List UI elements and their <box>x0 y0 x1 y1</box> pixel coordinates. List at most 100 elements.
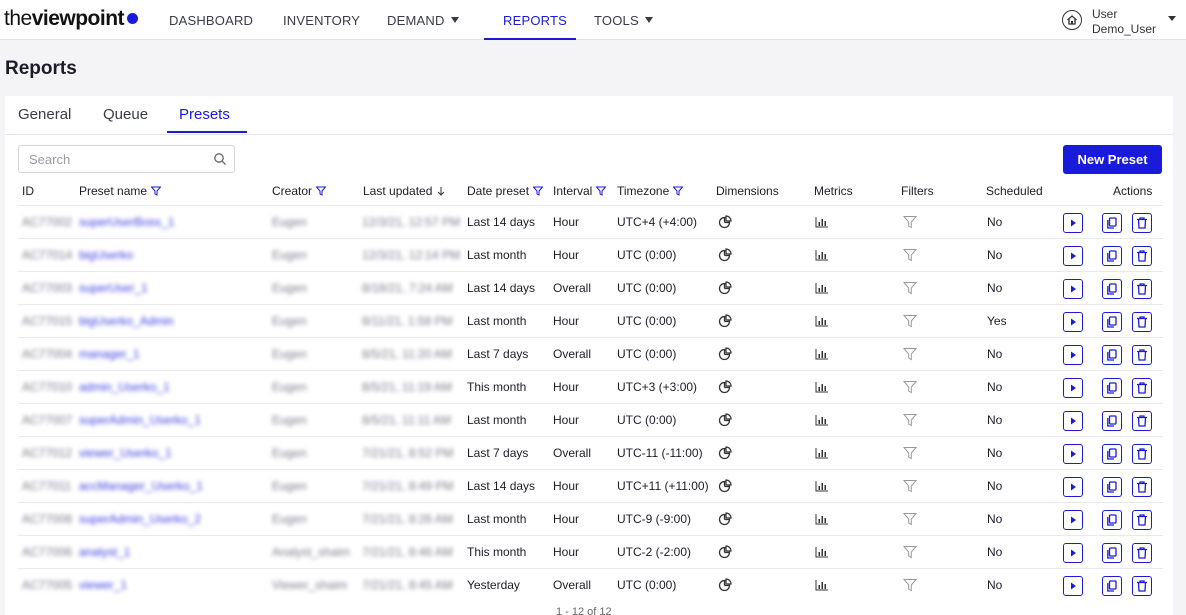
filters-funnel-icon[interactable] <box>903 239 917 271</box>
run-preset-button[interactable] <box>1063 378 1083 398</box>
metrics-chart-icon[interactable] <box>815 371 829 403</box>
delete-preset-button[interactable] <box>1132 378 1152 398</box>
table-row[interactable]: AC77015 bigUserko_Admin Eugen 8/11/21, 1:58… <box>18 304 1163 337</box>
user-menu-caret-icon[interactable] <box>1168 16 1176 21</box>
cell-name[interactable]: superUserBoss_1 <box>79 206 174 238</box>
filter-icon[interactable] <box>151 186 162 196</box>
filters-funnel-icon[interactable] <box>903 272 917 304</box>
copy-preset-button[interactable] <box>1102 510 1122 530</box>
dimensions-pie-icon[interactable] <box>718 338 732 370</box>
table-row[interactable]: AC77004 manager_1 Eugen 8/5/21, 11:20 AM Las… <box>18 337 1163 370</box>
delete-preset-button[interactable] <box>1132 279 1152 299</box>
run-preset-button[interactable] <box>1063 279 1083 299</box>
dimensions-pie-icon[interactable] <box>718 239 732 271</box>
dimensions-pie-icon[interactable] <box>718 371 732 403</box>
metrics-chart-icon[interactable] <box>815 404 829 436</box>
column-header-date-preset[interactable]: Date preset <box>467 184 544 198</box>
table-row[interactable]: AC77003 superUser_1 Eugen 8/18/21, 7:24 AM L… <box>18 271 1163 304</box>
metrics-chart-icon[interactable] <box>815 239 829 271</box>
delete-preset-button[interactable] <box>1132 312 1152 332</box>
run-preset-button[interactable] <box>1063 345 1083 365</box>
filters-funnel-icon[interactable] <box>903 536 917 568</box>
cell-name[interactable]: superAdmin_Userko_1 <box>79 404 201 436</box>
run-preset-button[interactable] <box>1063 576 1083 596</box>
dimensions-pie-icon[interactable] <box>718 503 732 535</box>
tab-general[interactable]: General <box>18 106 71 123</box>
copy-preset-button[interactable] <box>1102 378 1122 398</box>
column-header-last-updated[interactable]: Last updated <box>363 184 446 198</box>
nav-reports[interactable]: REPORTS <box>503 0 567 40</box>
sort-desc-arrow-icon[interactable] <box>436 186 446 196</box>
copy-preset-button[interactable] <box>1102 279 1122 299</box>
metrics-chart-icon[interactable] <box>815 470 829 502</box>
run-preset-button[interactable] <box>1063 246 1083 266</box>
new-preset-button[interactable]: New Preset <box>1063 145 1162 174</box>
run-preset-button[interactable] <box>1063 543 1083 563</box>
delete-preset-button[interactable] <box>1132 477 1152 497</box>
filters-funnel-icon[interactable] <box>903 470 917 502</box>
column-header-creator[interactable]: Creator <box>272 184 327 198</box>
filter-icon[interactable] <box>596 186 607 196</box>
column-header-preset-name[interactable]: Preset name <box>79 184 162 198</box>
metrics-chart-icon[interactable] <box>815 206 829 238</box>
nav-dashboard[interactable]: DASHBOARD <box>169 0 253 40</box>
tab-queue[interactable]: Queue <box>103 106 148 123</box>
delete-preset-button[interactable] <box>1132 213 1152 233</box>
tab-presets[interactable]: Presets <box>179 106 230 123</box>
metrics-chart-icon[interactable] <box>815 338 829 370</box>
delete-preset-button[interactable] <box>1132 510 1152 530</box>
dimensions-pie-icon[interactable] <box>718 305 732 337</box>
table-row[interactable]: AC77006 analyst_1 Analyst_shaim 7/21/21, 8:… <box>18 535 1163 568</box>
run-preset-button[interactable] <box>1063 213 1083 233</box>
table-row[interactable]: AC77012 viewer_Userko_1 Eugen 7/21/21, 8:52… <box>18 436 1163 469</box>
filters-funnel-icon[interactable] <box>903 206 917 238</box>
copy-preset-button[interactable] <box>1102 312 1122 332</box>
copy-preset-button[interactable] <box>1102 576 1122 596</box>
nav-demand[interactable]: DEMAND <box>387 0 459 40</box>
table-row[interactable]: AC77014 bigUserko Eugen 12/3/21, 12:14 PM La… <box>18 238 1163 271</box>
cell-name[interactable]: accManager_Userko_1 <box>79 470 203 502</box>
metrics-chart-icon[interactable] <box>815 437 829 469</box>
copy-preset-button[interactable] <box>1102 411 1122 431</box>
filter-icon[interactable] <box>673 186 684 196</box>
delete-preset-button[interactable] <box>1132 345 1152 365</box>
table-row[interactable]: AC77008 superAdmin_Userko_2 Eugen 7/21/21, … <box>18 502 1163 535</box>
table-row[interactable]: AC77011 accManager_Userko_1 Eugen 7/21/21, … <box>18 469 1163 502</box>
metrics-chart-icon[interactable] <box>815 305 829 337</box>
user-avatar[interactable] <box>1062 10 1082 30</box>
filters-funnel-icon[interactable] <box>903 338 917 370</box>
delete-preset-button[interactable] <box>1132 444 1152 464</box>
delete-preset-button[interactable] <box>1132 411 1152 431</box>
column-header-interval[interactable]: Interval <box>553 184 607 198</box>
cell-name[interactable]: viewer_Userko_1 <box>79 437 172 469</box>
cell-name[interactable]: analyst_1 <box>79 536 130 568</box>
copy-preset-button[interactable] <box>1102 477 1122 497</box>
filters-funnel-icon[interactable] <box>903 404 917 436</box>
filter-icon[interactable] <box>533 186 544 196</box>
cell-name[interactable]: viewer_1 <box>79 569 127 601</box>
cell-name[interactable]: superAdmin_Userko_2 <box>79 503 201 535</box>
delete-preset-button[interactable] <box>1132 576 1152 596</box>
metrics-chart-icon[interactable] <box>815 503 829 535</box>
copy-preset-button[interactable] <box>1102 345 1122 365</box>
table-row[interactable]: AC77007 superAdmin_Userko_1 Eugen 8/5/21, 1… <box>18 403 1163 436</box>
dimensions-pie-icon[interactable] <box>718 206 732 238</box>
run-preset-button[interactable] <box>1063 477 1083 497</box>
column-header-timezone[interactable]: Timezone <box>617 184 684 198</box>
filters-funnel-icon[interactable] <box>903 569 917 601</box>
filters-funnel-icon[interactable] <box>903 305 917 337</box>
run-preset-button[interactable] <box>1063 312 1083 332</box>
search-input[interactable] <box>29 151 199 168</box>
cell-name[interactable]: bigUserko <box>79 239 133 271</box>
dimensions-pie-icon[interactable] <box>718 536 732 568</box>
metrics-chart-icon[interactable] <box>815 569 829 601</box>
dimensions-pie-icon[interactable] <box>718 470 732 502</box>
run-preset-button[interactable] <box>1063 444 1083 464</box>
nav-inventory[interactable]: INVENTORY <box>283 0 360 40</box>
nav-tools[interactable]: TOOLS <box>594 0 653 40</box>
cell-name[interactable]: superUser_1 <box>79 272 148 304</box>
copy-preset-button[interactable] <box>1102 543 1122 563</box>
run-preset-button[interactable] <box>1063 411 1083 431</box>
dimensions-pie-icon[interactable] <box>718 437 732 469</box>
column-header-id[interactable]: ID <box>22 184 34 198</box>
